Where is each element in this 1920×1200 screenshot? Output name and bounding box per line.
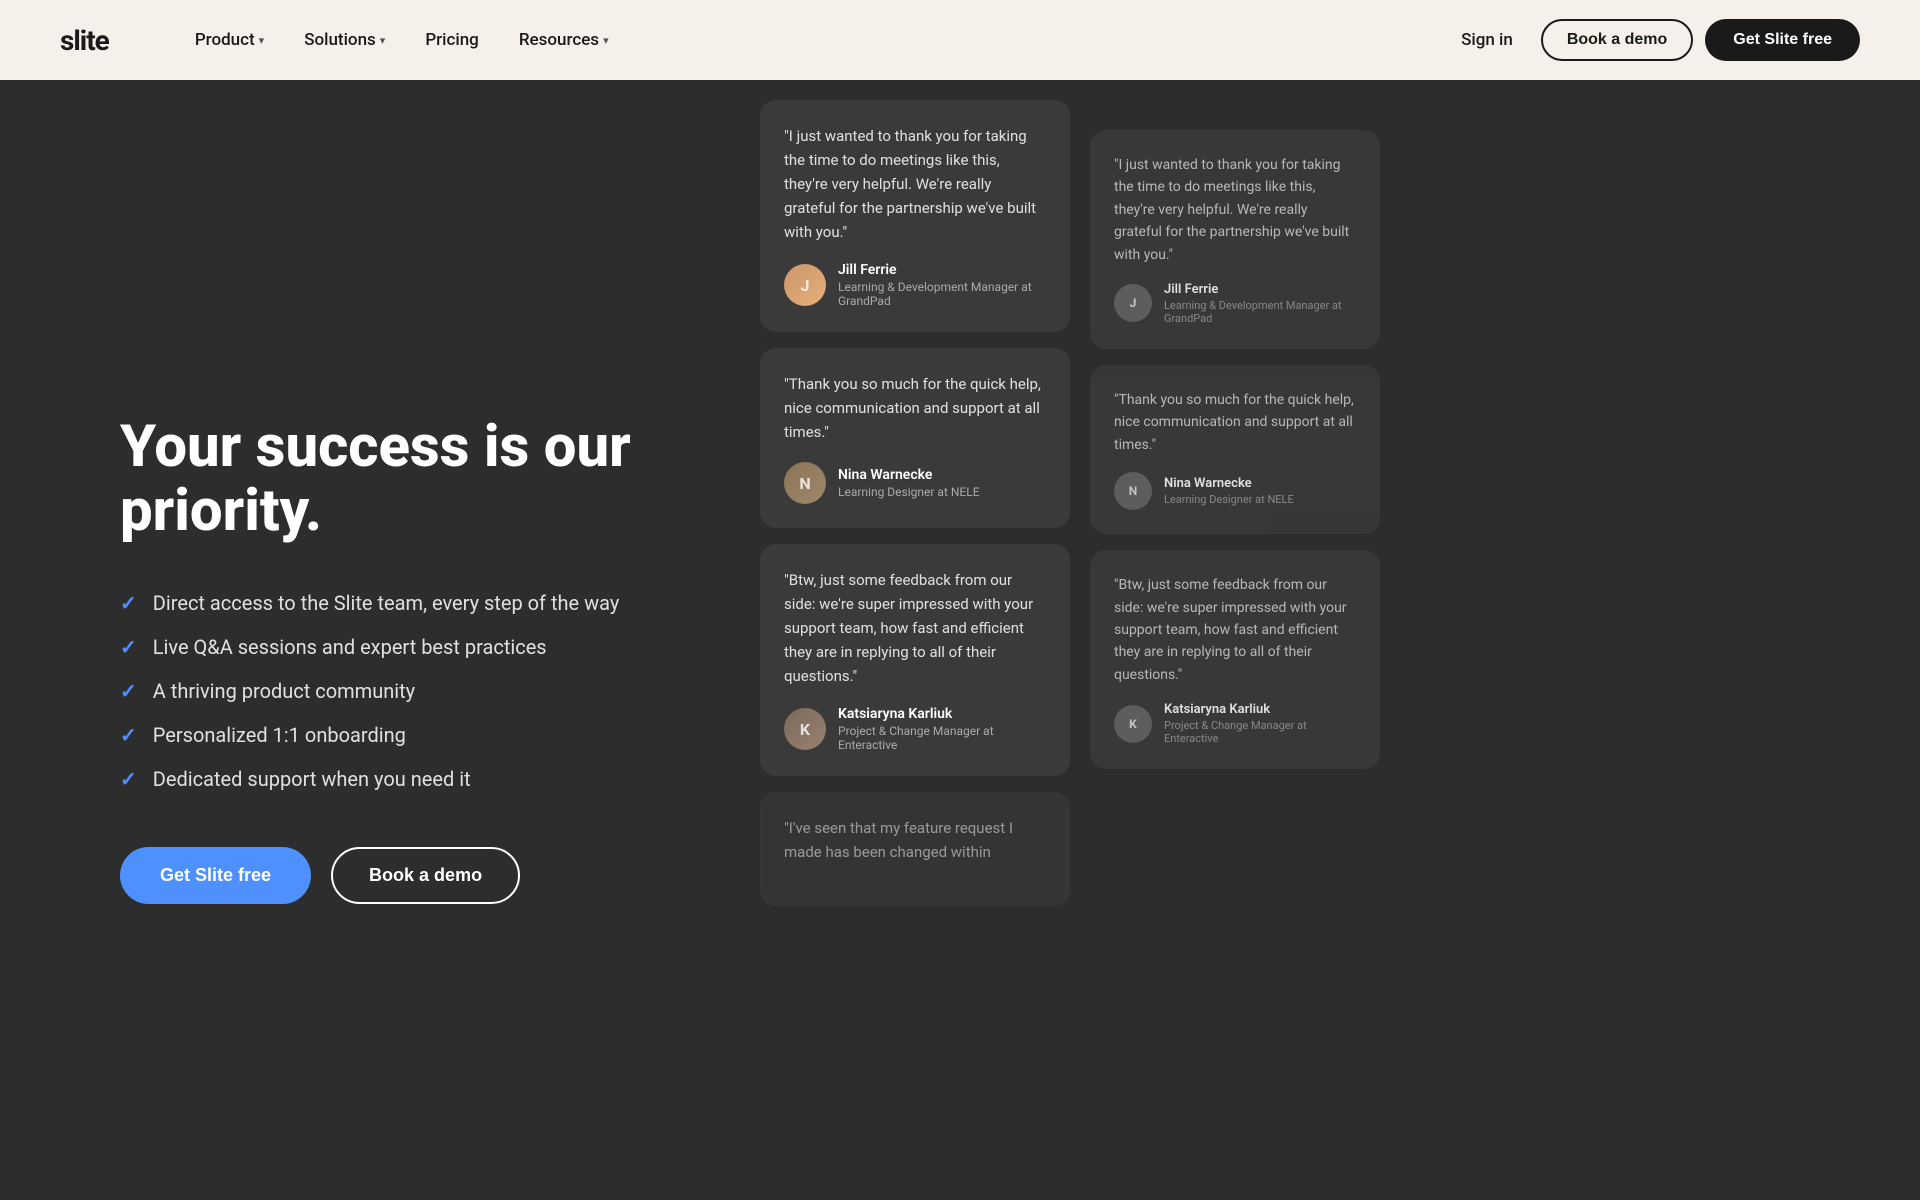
- testimonial-author-right-2: N Nina Warnecke Learning Designer at NEL…: [1114, 472, 1356, 510]
- nav-item-pricing[interactable]: Pricing: [409, 22, 495, 58]
- feature-item-4: ✓ Personalized 1:1 onboarding: [120, 723, 680, 747]
- testimonial-text-right-2: "Thank you so much for the quick help, n…: [1114, 389, 1356, 456]
- testimonial-text-right-1: "I just wanted to thank you for taking t…: [1114, 154, 1356, 266]
- book-demo-cta-button[interactable]: Book a demo: [331, 847, 520, 904]
- testimonial-text-right-3: "Btw, just some feedback from our side: …: [1114, 574, 1356, 686]
- testimonial-card-2: "Thank you so much for the quick help, n…: [760, 348, 1070, 528]
- chevron-down-icon: ▾: [380, 34, 386, 47]
- check-icon: ✓: [120, 767, 137, 791]
- testimonial-author-2: N Nina Warnecke Learning Designer at NEL…: [784, 462, 1046, 504]
- cta-buttons: Get Slite free Book a demo: [120, 847, 680, 904]
- testimonial-author-right-3: K Katsiaryna Karliuk Project & Change Ma…: [1114, 702, 1356, 745]
- nav-links: Product ▾ Solutions ▾ Pricing Resources …: [179, 22, 1405, 58]
- testimonial-card-4: "I've seen that my feature request I mad…: [760, 792, 1070, 906]
- right-section: "I just wanted to thank you for taking t…: [760, 80, 1920, 1200]
- testimonial-card-right-3: "Btw, just some feedback from our side: …: [1090, 550, 1380, 769]
- testimonial-author-3: K Katsiaryna Karliuk Project & Change Ma…: [784, 706, 1046, 752]
- feature-item-2: ✓ Live Q&A sessions and expert best prac…: [120, 635, 680, 659]
- avatar-nina: N: [784, 462, 826, 504]
- testimonial-card-right-1: "I just wanted to thank you for taking t…: [1090, 130, 1380, 349]
- author-name-right-3: Katsiaryna Karliuk: [1164, 702, 1356, 717]
- logo[interactable]: slite: [60, 24, 109, 57]
- author-role-right-3: Project & Change Manager at Enteractive: [1164, 719, 1356, 745]
- nav-item-product[interactable]: Product ▾: [179, 22, 280, 58]
- nav-item-solutions[interactable]: Solutions ▾: [288, 22, 401, 58]
- check-icon: ✓: [120, 591, 137, 615]
- testimonial-card-3: "Btw, just some feedback from our side: …: [760, 544, 1070, 776]
- navigation: slite Product ▾ Solutions ▾ Pricing Reso…: [0, 0, 1920, 80]
- author-name-1: Jill Ferrie: [838, 262, 1046, 278]
- author-role-2: Learning Designer at NELE: [838, 485, 980, 499]
- get-slite-free-button[interactable]: Get Slite free: [1705, 19, 1860, 61]
- nav-item-resources[interactable]: Resources ▾: [503, 22, 625, 58]
- book-demo-button[interactable]: Book a demo: [1541, 19, 1693, 61]
- author-name-2: Nina Warnecke: [838, 467, 980, 483]
- feature-item-1: ✓ Direct access to the Slite team, every…: [120, 591, 680, 615]
- left-section: Your success is our priority. ✓ Direct a…: [0, 80, 760, 1200]
- check-icon: ✓: [120, 723, 137, 747]
- testimonial-text-4: "I've seen that my feature request I mad…: [784, 816, 1046, 864]
- testimonial-text-2: "Thank you so much for the quick help, n…: [784, 372, 1046, 444]
- avatar-kat: K: [784, 708, 826, 750]
- author-name-right-1: Jill Ferrie: [1164, 282, 1356, 297]
- author-name-right-2: Nina Warnecke: [1164, 476, 1294, 491]
- avatar-jill-right: J: [1114, 284, 1152, 322]
- author-role-3: Project & Change Manager at Enteractive: [838, 724, 1046, 752]
- testimonial-card-right-2: "Thank you so much for the quick help, n…: [1090, 365, 1380, 534]
- testimonial-author-right-1: J Jill Ferrie Learning & Development Man…: [1114, 282, 1356, 325]
- signin-link[interactable]: Sign in: [1445, 22, 1529, 58]
- author-role-right-1: Learning & Development Manager at GrandP…: [1164, 299, 1356, 325]
- check-icon: ✓: [120, 679, 137, 703]
- avatar-nina-right: N: [1114, 472, 1152, 510]
- right-fade-overlay: [1720, 80, 1920, 1200]
- avatar-jill: J: [784, 264, 826, 306]
- testimonial-text-1: "I just wanted to thank you for taking t…: [784, 124, 1046, 244]
- chevron-down-icon: ▾: [259, 34, 265, 47]
- main-content: Your success is our priority. ✓ Direct a…: [0, 80, 1920, 1200]
- feature-item-3: ✓ A thriving product community: [120, 679, 680, 703]
- chevron-down-icon: ▾: [603, 34, 609, 47]
- testimonials-column-2: "I just wanted to thank you for taking t…: [1090, 100, 1380, 1180]
- author-name-3: Katsiaryna Karliuk: [838, 706, 1046, 722]
- testimonial-author-1: J Jill Ferrie Learning & Development Man…: [784, 262, 1046, 308]
- feature-item-5: ✓ Dedicated support when you need it: [120, 767, 680, 791]
- feature-list: ✓ Direct access to the Slite team, every…: [120, 591, 680, 791]
- check-icon: ✓: [120, 635, 137, 659]
- page-title: Your success is our priority.: [120, 416, 680, 544]
- testimonials-column-1: "I just wanted to thank you for taking t…: [760, 100, 1070, 1180]
- get-slite-free-cta-button[interactable]: Get Slite free: [120, 847, 311, 904]
- avatar-kat-right: K: [1114, 705, 1152, 743]
- testimonial-text-3: "Btw, just some feedback from our side: …: [784, 568, 1046, 688]
- author-role-right-2: Learning Designer at NELE: [1164, 493, 1294, 506]
- nav-right: Sign in Book a demo Get Slite free: [1445, 19, 1860, 61]
- testimonial-card-1: "I just wanted to thank you for taking t…: [760, 100, 1070, 332]
- author-role-1: Learning & Development Manager at GrandP…: [838, 280, 1046, 308]
